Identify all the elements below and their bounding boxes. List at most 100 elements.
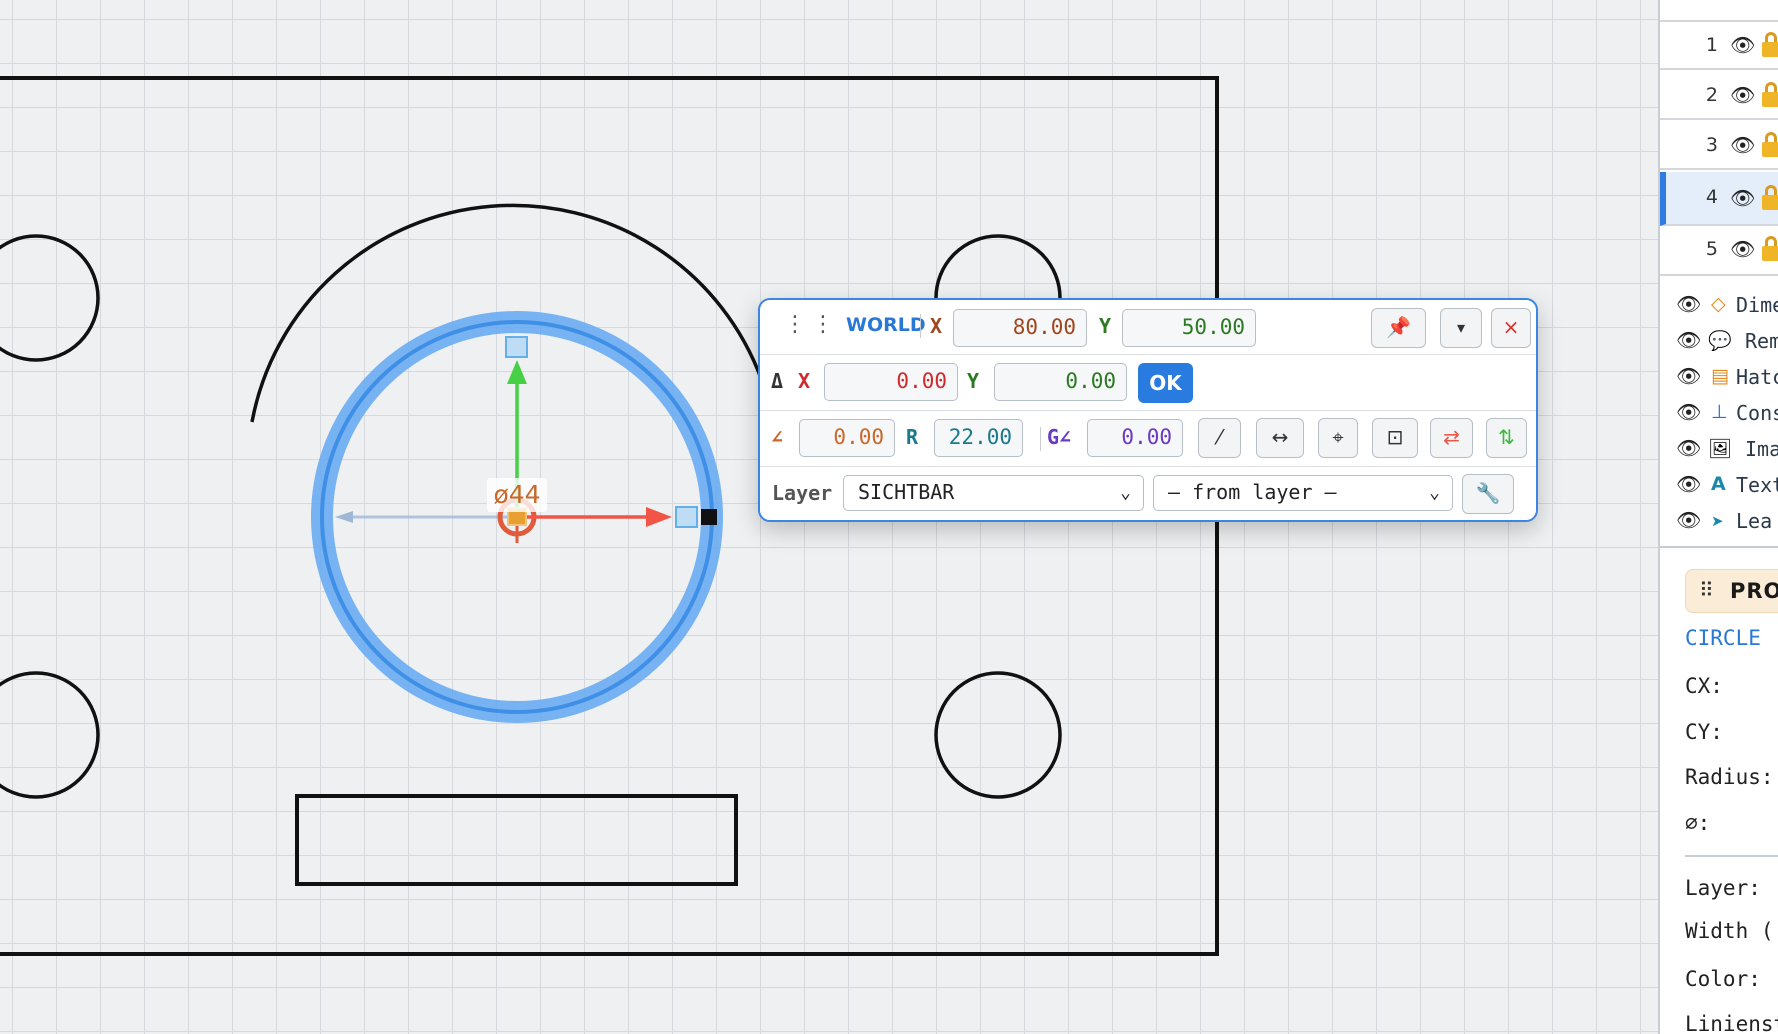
eye-icon[interactable]: 👁 [1676,400,1701,424]
type-label: Hatc [1736,365,1778,389]
type-label: Ima [1745,437,1778,461]
grip-icon[interactable]: ⠿ [1699,578,1714,602]
type-label: Rem [1745,329,1778,353]
cy-label: CY: [1685,720,1723,744]
radius-label: R [906,425,919,449]
image-icon: 🖼 [1708,438,1733,460]
drag-handle-icon[interactable]: ⋮⋮ [784,312,840,337]
lock-open-icon[interactable] [1762,236,1778,261]
grip-top[interactable] [505,336,528,358]
linetype-select[interactable]: — from layer — ⌄ [1153,475,1453,511]
pin-icon: 📌 [1386,315,1411,339]
tool-snap-button[interactable]: ⌖ [1318,418,1358,458]
gizmo-y-arrowhead[interactable] [507,360,527,384]
delta-row: Δ X 0.00 Y 0.00 OK [760,355,1536,411]
eye-icon[interactable]: 👁 [1730,133,1755,157]
tool-frame-button[interactable]: ⊡ [1372,418,1418,458]
eye-icon[interactable]: 👁 [1730,186,1755,210]
x-label: X [930,314,943,338]
dx-input[interactable]: 0.00 [824,363,958,401]
lock-open-icon[interactable] [1762,32,1778,57]
tool-line-button[interactable]: ⁄ [1198,418,1241,458]
lock-open-icon[interactable] [1762,185,1778,210]
type-row-hatch[interactable]: 👁 ▤ Hatc [1660,358,1778,394]
layer-select[interactable]: SICHTBAR ⌄ [843,475,1144,511]
tool-swap-y-button[interactable]: ⇅ [1486,418,1527,458]
layer-row-5[interactable]: 5 👁 [1660,226,1778,276]
dimension-icon: ◇ [1711,293,1726,315]
polar-separator [1040,427,1041,451]
angle-label: ∠ [771,425,784,449]
tool-horizontal-button[interactable]: ↔ [1256,418,1304,458]
linetype-label: Linienst [1685,1012,1778,1034]
linetype-select-value: — from layer — [1168,480,1337,504]
layer-row-2[interactable]: 2 👁 [1660,72,1778,120]
tool-swap-x-button[interactable]: ⇄ [1430,418,1473,458]
layer-row-3[interactable]: 3 👁 [1660,122,1778,170]
radius-label: Radius: [1685,765,1774,789]
hole-bottom-right[interactable] [934,671,1062,799]
wrench-icon: 🔧 [1475,481,1501,505]
dx-label: X [798,369,811,393]
grip-right-hot[interactable] [701,509,717,525]
coordinate-input-panel[interactable]: ⋮⋮ WORLD X 80.00 Y 50.00 📌 ▾ × Δ X 0.00 … [758,298,1538,522]
type-row-dimension[interactable]: 👁 ◇ Dime [1660,286,1778,322]
radius-input[interactable]: 22.00 [934,419,1023,457]
type-row-construction[interactable]: 👁 ⊥ Cons [1660,394,1778,430]
collapse-button[interactable]: ▾ [1440,308,1482,348]
y-input[interactable]: 50.00 [1122,309,1256,347]
delta-label: Δ [771,369,784,393]
type-label: Text [1736,473,1778,497]
eye-icon[interactable]: 👁 [1730,83,1755,107]
hatch-icon: ▤ [1711,365,1729,387]
diameter-label: ø44 [487,478,547,512]
type-row-leader[interactable]: 👁 ➤ Lea [1660,502,1778,538]
color-label: Color: [1685,967,1761,991]
eye-icon[interactable]: 👁 [1676,472,1701,496]
layer-number: 5 [1705,238,1718,260]
grid-angle-input[interactable]: 0.00 [1087,419,1183,457]
layer-list-top-edge [1660,0,1778,22]
layer-row: Layer SICHTBAR ⌄ — from layer — ⌄ 🔧 [760,467,1536,522]
slot-rectangle[interactable] [295,794,738,886]
layer-row-4[interactable]: 4 👁 [1660,172,1778,226]
hole-top-left[interactable] [0,234,100,362]
eye-icon[interactable]: 👁 [1676,292,1701,316]
angle-input[interactable]: 0.00 [799,419,895,457]
layer-label: Layer: [1685,876,1761,900]
layer-number: 1 [1705,34,1718,56]
properties-divider [1685,855,1778,857]
grip-right[interactable] [675,506,698,528]
properties-title: PROP [1730,579,1778,603]
x-input[interactable]: 80.00 [953,309,1087,347]
eye-icon[interactable]: 👁 [1676,436,1701,460]
type-row-image[interactable]: 👁 🖼 Ima [1660,430,1778,466]
lock-open-icon[interactable] [1762,82,1778,107]
type-row-remark[interactable]: 👁 💬 Rem [1660,322,1778,358]
lock-open-icon[interactable] [1762,132,1778,157]
layer-number: 4 [1705,186,1718,208]
eye-icon[interactable]: 👁 [1676,364,1701,388]
ok-button[interactable]: OK [1138,363,1193,403]
dy-input[interactable]: 0.00 [994,363,1127,401]
eye-icon[interactable]: 👁 [1676,508,1701,532]
wrench-button[interactable]: 🔧 [1462,474,1514,514]
pin-button[interactable]: 📌 [1371,308,1426,348]
construction-icon: ⊥ [1711,401,1728,423]
eye-icon[interactable]: 👁 [1730,33,1755,57]
coordinate-frame-label[interactable]: WORLD [846,314,926,336]
eye-icon[interactable]: 👁 [1730,237,1755,261]
type-label: Dime [1736,293,1778,317]
layer-row-1[interactable]: 1 👁 [1660,22,1778,70]
close-button[interactable]: × [1491,308,1531,348]
eye-icon[interactable]: 👁 [1676,328,1701,352]
cx-label: CX: [1685,674,1723,698]
frame-separator [920,314,921,338]
type-label: Cons [1736,401,1778,425]
hole-bottom-left[interactable] [0,671,100,799]
chevron-down-icon: ⌄ [1429,482,1440,503]
properties-header[interactable]: ⠿ PROP [1685,569,1778,613]
type-row-text[interactable]: 👁 A Text [1660,466,1778,502]
absolute-coordinates-row: ⋮⋮ WORLD X 80.00 Y 50.00 📌 ▾ × [760,300,1536,355]
gizmo-x-arrowhead[interactable] [646,507,672,527]
